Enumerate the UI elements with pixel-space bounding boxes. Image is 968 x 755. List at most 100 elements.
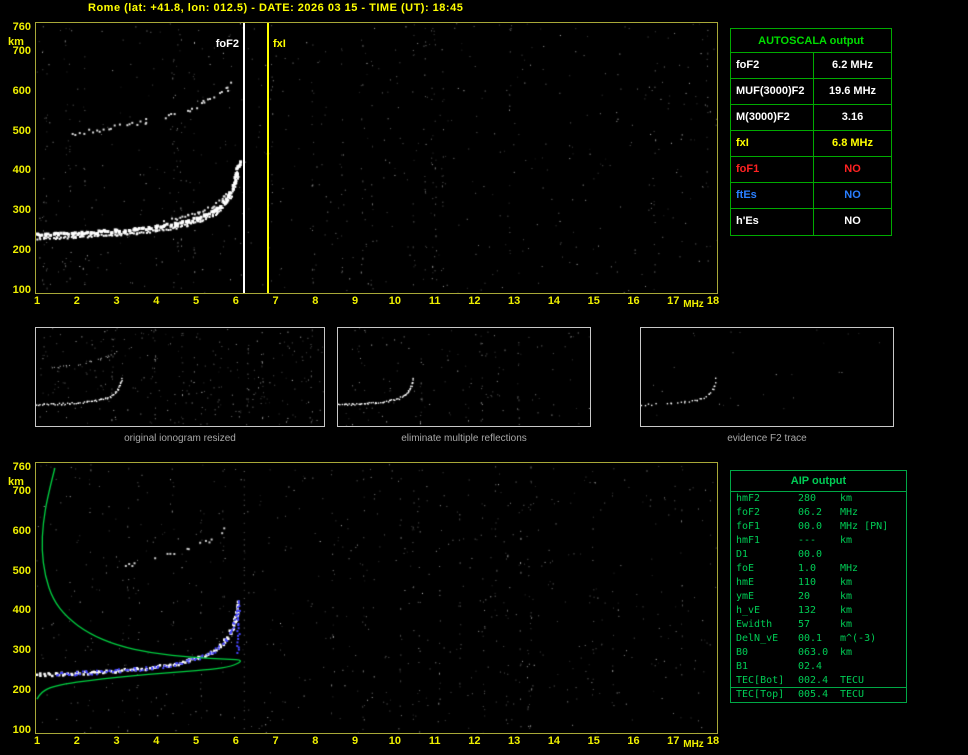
x-tick-10-bottom: 10 [388,735,401,747]
x-tick-8-bottom: 8 [312,735,319,747]
autoscala-row-label: M(3000)F2 [736,111,790,123]
aip-name: h_vE [736,605,761,616]
aip-value: --- [798,535,817,546]
aip-row-hmE: hmE 110 km [731,576,906,590]
aip-row-B0: B0 063.0 km [731,646,906,660]
x-tick-15-top: 15 [587,295,600,307]
x-axis-unit-top: MHz [683,299,704,310]
aip-value: 063.0 [798,647,829,658]
ionogram-plot-top [35,22,718,294]
aip-name: TEC[Top] [736,689,785,700]
x-tick-2-bottom: 2 [73,735,80,747]
x-tick-5-top: 5 [192,295,200,307]
y-tick-100-bottom: 100 [12,724,31,736]
x-tick-14-top: 14 [547,295,561,307]
autoscala-table-title: AUTOSCALA output [731,29,891,53]
x-tick-3-top: 3 [113,295,120,307]
thumbnail-canvas-original [36,328,324,426]
aip-name: TEC[Bot] [736,675,785,686]
aip-row-TEC[Top]: TEC[Top] 005.4 TECU [731,688,906,702]
thumbnail-canvas-no-multiples [338,328,590,426]
aip-name: DelN_vE [736,633,779,644]
x-tick-4-bottom: 4 [153,735,160,747]
y-tick-200-bottom: 200 [12,684,31,697]
autoscala-window: Rome (lat: +41.8, lon: 012.5) - DATE: 20… [0,0,968,755]
x-tick-17-bottom: 17 [667,735,680,747]
autoscala-row-fxI: fxI 6.8 MHz [731,131,891,157]
marker-line-fxI [267,23,269,293]
aip-unit: TECU [840,675,865,686]
aip-table-title: AIP output [731,471,906,492]
autoscala-row-label: MUF(3000)F2 [736,85,805,97]
page-title: Rome (lat: +41.8, lon: 012.5) - DATE: 20… [88,2,464,14]
x-tick-16-bottom: 16 [627,735,640,747]
x-tick-4-top: 4 [153,295,160,307]
aip-value: 20 [798,591,811,602]
thumbnail-caption-no-multiples: eliminate multiple reflections [401,433,527,444]
autoscala-row-value: NO [813,157,891,182]
x-tick-3-bottom: 3 [113,735,120,747]
y-tick-300-top: 300 [12,204,31,217]
y-tick-600-top: 600 [12,84,31,97]
autoscala-row-MUF(3000)F2: MUF(3000)F2 19.6 MHz [731,79,891,105]
marker-line-foF2 [243,23,245,293]
marker-label-fxI: fxI [273,38,286,50]
autoscala-row-value: NO [813,209,891,235]
x-tick-11-bottom: 11 [428,735,441,747]
autoscala-row-ftEs: ftEs NO [731,183,891,209]
x-tick-6-bottom: 6 [232,735,239,747]
autoscala-row-label: h'Es [736,215,759,227]
thumbnail-f2-evidence [640,327,894,427]
autoscala-row-h'Es: h'Es NO [731,209,891,235]
aip-unit: MHz [PN] [840,521,889,532]
aip-unit: km [840,605,853,616]
autoscala-table-body: foF2 6.2 MHz MUF(3000)F2 19.6 MHz M(3000)F2 3… [731,53,891,235]
thumbnail-caption-original: original ionogram resized [124,433,236,444]
aip-output-table: AIP output hmF2 280 km foF2 06.2 MHz foF1 00.0 M… [730,470,907,703]
aip-row-h_vE: h_vE 132 km [731,604,906,618]
y-tick-300-bottom: 300 [12,644,31,657]
autoscala-row-M(3000)F2: M(3000)F2 3.16 [731,105,891,131]
x-tick-12-bottom: 12 [468,735,481,747]
aip-unit: km [840,535,853,546]
aip-value: 132 [798,605,817,616]
autoscala-row-value: 6.8 MHz [813,131,891,156]
aip-unit: m^(-3) [840,633,877,644]
aip-row-DelN_vE: DelN_vE 00.1 m^(-3) [731,632,906,646]
x-tick-10-top: 10 [388,295,401,307]
y-tick-600-bottom: 600 [12,524,31,537]
aip-row-ymE: ymE 20 km [731,590,906,604]
aip-value: 57 [798,619,811,630]
x-tick-16-top: 16 [627,295,640,307]
aip-unit: km [840,577,853,588]
aip-row-hmF2: hmF2 280 km [731,492,906,506]
autoscala-row-foF1: foF1 NO [731,157,891,183]
autoscala-row-label: foF1 [736,163,760,175]
aip-value: 280 [798,493,817,504]
x-tick-2-top: 2 [73,295,80,307]
aip-row-D1: D1 00.0 [731,548,906,562]
x-tick-9-top: 9 [352,295,359,307]
thumbnail-original-ionogram [35,327,325,427]
x-tick-8-top: 8 [312,295,319,307]
y-tick-500-bottom: 500 [12,564,31,577]
y-tick-400-bottom: 400 [12,604,31,617]
aip-unit [840,660,906,674]
x-tick-12-top: 12 [468,295,481,307]
aip-unit: MHz [840,563,859,574]
ionogram-plot-bottom [35,462,718,734]
aip-value: 002.4 [798,675,829,686]
y-tick-400-top: 400 [12,164,31,177]
aip-name: foE [736,563,755,574]
x-tick-11-top: 11 [428,295,441,307]
x-tick-7-top: 7 [272,295,279,307]
x-tick-6-top: 6 [232,295,239,307]
autoscala-row-value: 19.6 MHz [813,79,891,104]
ionogram-canvas-top [36,23,717,293]
aip-unit [840,548,906,562]
autoscala-row-label: ftEs [736,189,757,201]
aip-name: Ewidth [736,619,773,630]
autoscala-output-table: AUTOSCALA output foF2 6.2 MHz MUF(3000)F2 1… [730,28,892,236]
aip-unit: km [840,647,853,658]
x-tick-18-bottom: 18 [706,735,720,747]
